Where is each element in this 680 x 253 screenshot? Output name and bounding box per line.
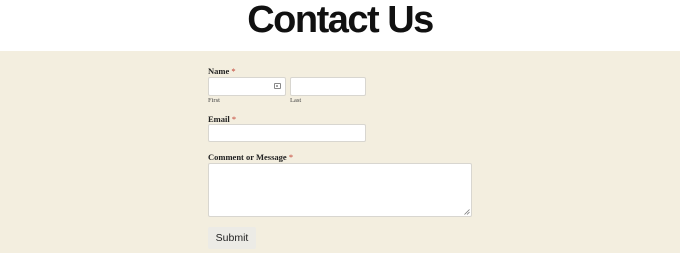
comment-label: Comment or Message * [208,152,293,162]
name-required-mark: * [231,66,236,76]
email-label: Email * [208,114,236,124]
contact-card-icon [274,83,281,89]
comment-textarea[interactable] [208,163,472,217]
submit-button[interactable]: Submit [208,227,256,249]
page-header: Contact Us [0,0,680,51]
last-name-sublabel: Last [290,97,302,104]
name-label-text: Name [208,66,230,76]
last-name-field[interactable] [290,77,366,96]
first-name-field[interactable] [208,77,286,96]
resize-handle-icon[interactable] [464,209,470,215]
name-label: Name * [208,66,236,76]
comment-label-text: Comment or Message [208,152,287,162]
email-field[interactable] [208,124,366,142]
comment-required-mark: * [288,152,294,162]
page-title: Contact Us [247,0,434,41]
email-required-mark: * [231,114,237,124]
email-label-text: Email [208,114,230,124]
first-name-sublabel: First [208,97,220,104]
